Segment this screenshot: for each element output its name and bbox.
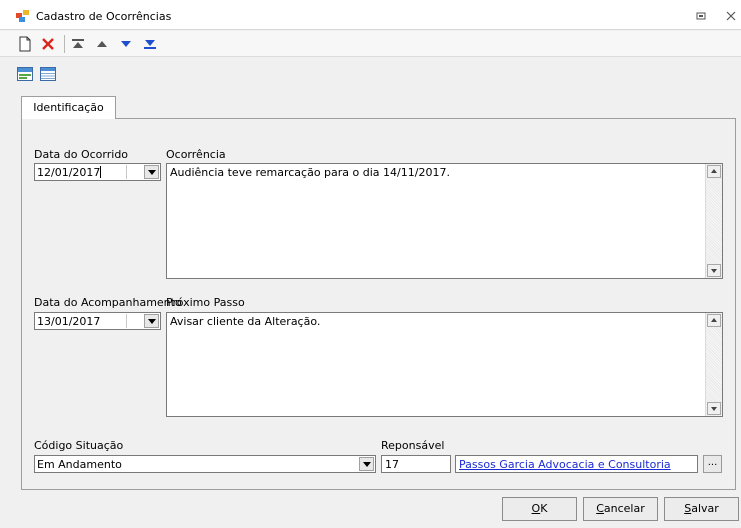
- ok-mnemonic: O: [531, 502, 541, 515]
- salvar-label-rest: alvar: [691, 502, 719, 515]
- responsavel-code-value: 17: [385, 458, 399, 471]
- cancelar-label-rest: ancelar: [603, 502, 645, 515]
- app-icon: [16, 10, 29, 22]
- data-ocorrido-label: Data do Ocorrido: [34, 148, 129, 161]
- restore-icon[interactable]: [694, 10, 708, 22]
- proximo-passo-text: Avisar cliente da Alteração.: [170, 315, 321, 328]
- new-document-icon[interactable]: [17, 36, 33, 52]
- text-cursor: [100, 166, 102, 178]
- grid-view-icon[interactable]: [40, 67, 56, 81]
- codigo-situacao-dropdown-button[interactable]: [359, 457, 374, 471]
- form-view-icon[interactable]: [17, 67, 33, 81]
- data-acompanhamento-field[interactable]: 13/01/2017: [34, 312, 161, 330]
- codigo-situacao-select[interactable]: Em Andamento: [34, 455, 376, 473]
- tab-identificacao-label: Identificação: [33, 101, 104, 114]
- first-record-icon[interactable]: [70, 36, 86, 52]
- ocorrencia-scrollbar[interactable]: [705, 164, 722, 278]
- data-acompanhamento-dropdown-button[interactable]: [144, 314, 159, 328]
- cancel-button[interactable]: Cancelar: [583, 497, 658, 521]
- last-record-icon[interactable]: [142, 36, 158, 52]
- ocorrencia-text: Audiência teve remarcação para o dia 14/…: [170, 166, 450, 179]
- view-toolbar: [0, 62, 741, 86]
- record-toolbar: [0, 31, 741, 57]
- dialog-window: Cadastro de Ocorrências Identificação Da…: [0, 0, 741, 528]
- data-ocorrido-value: 12/01/2017: [37, 166, 102, 179]
- save-button[interactable]: Salvar: [664, 497, 739, 521]
- previous-record-icon[interactable]: [94, 36, 110, 52]
- tab-identificacao[interactable]: Identificação: [21, 96, 116, 119]
- responsavel-name-link[interactable]: Passos Garcia Advocacia e Consultoria: [459, 458, 671, 471]
- codigo-situacao-label: Código Situação: [34, 439, 124, 452]
- data-acompanhamento-value: 13/01/2017: [37, 315, 101, 328]
- next-record-icon[interactable]: [118, 36, 134, 52]
- scroll-up-button[interactable]: [707, 314, 721, 327]
- ok-label-rest: K: [540, 502, 548, 515]
- ocorrencia-textarea[interactable]: Audiência teve remarcação para o dia 14/…: [166, 163, 723, 279]
- proximo-passo-scrollbar[interactable]: [705, 313, 722, 416]
- proximo-passo-label: Próximo Passo: [166, 296, 245, 309]
- toolbar-separator: [64, 35, 65, 53]
- proximo-passo-textarea[interactable]: Avisar cliente da Alteração.: [166, 312, 723, 417]
- close-icon[interactable]: [724, 10, 738, 22]
- date-divider: [126, 314, 127, 328]
- responsavel-browse-button[interactable]: ...: [703, 455, 722, 473]
- responsavel-code-input[interactable]: 17: [381, 455, 451, 473]
- codigo-situacao-value: Em Andamento: [37, 458, 122, 471]
- scroll-down-button[interactable]: [707, 402, 721, 415]
- responsavel-name-field: Passos Garcia Advocacia e Consultoria: [455, 455, 698, 473]
- title-bar: Cadastro de Ocorrências: [0, 0, 741, 30]
- scroll-down-button[interactable]: [707, 264, 721, 277]
- scroll-up-button[interactable]: [707, 165, 721, 178]
- ok-button[interactable]: OK: [502, 497, 577, 521]
- data-ocorrido-field[interactable]: 12/01/2017: [34, 163, 161, 181]
- date-divider: [126, 165, 127, 179]
- data-ocorrido-dropdown-button[interactable]: [144, 165, 159, 179]
- responsavel-label: Reponsável: [381, 439, 445, 452]
- window-title: Cadastro de Ocorrências: [36, 10, 172, 23]
- cancelar-mnemonic: C: [596, 502, 604, 515]
- data-acompanhamento-label: Data do Acompanhamento: [34, 296, 182, 309]
- ocorrencia-label: Ocorrência: [166, 148, 226, 161]
- delete-icon[interactable]: [40, 36, 56, 52]
